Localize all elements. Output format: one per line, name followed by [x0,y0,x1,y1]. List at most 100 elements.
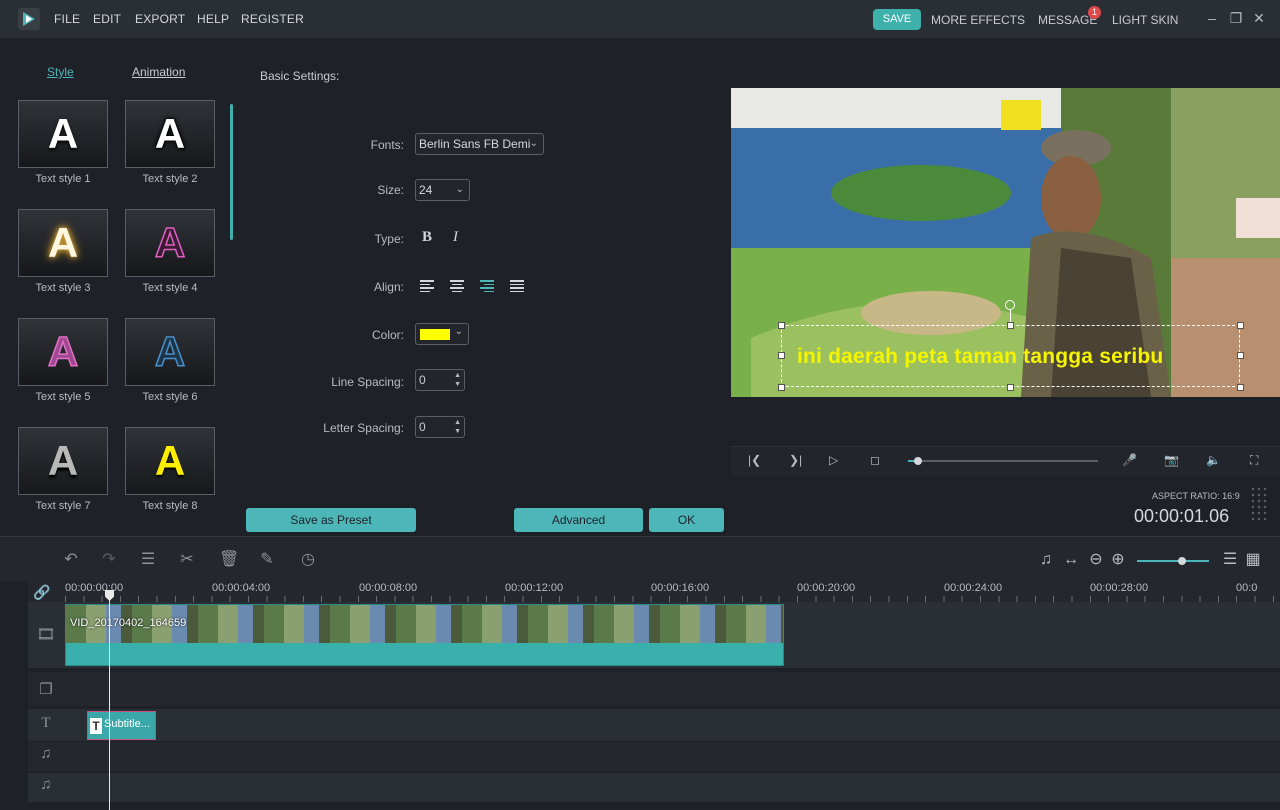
pip-track-icon: ❐ [39,681,53,698]
audio-mixer-icon[interactable]: ♫ [1037,551,1055,569]
play-icon[interactable]: ▷ [829,453,838,467]
menu-file[interactable]: FILE [54,12,80,26]
text-clip-icon: T [90,718,102,734]
text-style-label: Text style 5 [35,391,91,403]
align-justify-icon[interactable] [510,280,524,292]
fullscreen-icon[interactable]: ⛶ [1250,453,1258,468]
ruler-tick-label: 00:0 [1236,582,1258,594]
fonts-label: Fonts: [370,138,404,152]
volume-icon[interactable]: 🔈 [1206,453,1221,467]
letter-spacing-stepper[interactable]: 0 ▲ ▼ [415,416,465,438]
delete-icon[interactable]: 🗑 [219,551,239,569]
text-style-thumb-5[interactable]: A [18,318,108,386]
subtitle-selection-box[interactable] [781,325,1240,387]
tab-animation[interactable]: Animation [132,65,185,79]
redo-icon[interactable]: ↷ [100,551,118,569]
text-style-thumb-7[interactable]: A [18,427,108,495]
subtitle-clip-name: Subtitle... [104,718,150,730]
line-spacing-stepper[interactable]: 0 ▲ ▼ [415,369,465,391]
text-style-label: Text style 6 [142,391,198,403]
subtitle-clip[interactable]: T Subtitle... [87,711,156,740]
fit-timeline-icon[interactable]: ↔ [1062,551,1080,569]
menu-export[interactable]: EXPORT [135,12,185,26]
ruler-tick-label: 00:00:28:00 [1090,582,1149,594]
cut-icon[interactable]: ✂ [178,551,196,569]
tab-style[interactable]: Style [47,65,74,79]
text-style-thumb-8[interactable]: A [125,427,215,495]
skip-start-icon[interactable]: |❮ [748,453,761,467]
style-list-scrollbar[interactable] [230,104,233,240]
edit-icon[interactable]: ✎ [258,551,276,569]
ruler-tick-label: 00:00:00:00 [65,582,124,594]
camera-icon[interactable]: 📷 [1164,453,1179,467]
close-icon[interactable]: ✕ [1252,11,1266,25]
save-button[interactable]: SAVE [873,9,921,30]
resize-handle[interactable] [1237,352,1244,359]
drag-handle-icon[interactable] [1250,486,1268,522]
resize-handle[interactable] [1007,384,1014,391]
menu-edit[interactable]: EDIT [93,12,121,26]
text-style-thumb-6[interactable]: A [125,318,215,386]
advanced-button[interactable]: Advanced [514,508,643,532]
font-dropdown[interactable]: Berlin Sans FB Demi ⌄ [415,133,544,155]
minimize-icon[interactable]: – [1205,11,1219,25]
resize-handle[interactable] [778,322,785,329]
save-as-preset-button[interactable]: Save as Preset [246,508,416,532]
undo-icon[interactable]: ↶ [62,551,80,569]
size-label: Size: [377,183,404,197]
stepper-arrows-icon[interactable]: ▲ ▼ [454,371,461,389]
menu-register[interactable]: REGISTER [241,12,304,26]
ruler-tick-label: 00:00:16:00 [651,582,710,594]
light-skin-link[interactable]: LIGHT SKIN [1112,13,1178,27]
text-style-thumb-2[interactable]: A [125,100,215,168]
align-label: Align: [373,280,404,294]
menu-help[interactable]: HELP [197,12,229,26]
adjust-icon[interactable]: ☰ [139,551,157,569]
text-style-thumb-1[interactable]: A [18,100,108,168]
resize-handle[interactable] [1237,384,1244,391]
ok-button[interactable]: OK [649,508,724,532]
color-picker[interactable]: ⌄ [415,323,469,345]
resize-handle[interactable] [1007,322,1014,329]
text-style-thumb-3[interactable]: A [18,209,108,277]
snap-icon[interactable]: 🔗 [28,584,56,600]
stepper-arrows-icon[interactable]: ▲ ▼ [454,418,461,436]
zoom-out-icon[interactable]: ⊖ [1087,551,1105,569]
video-clip[interactable]: VID_20170402_164659 [65,604,784,666]
text-style-thumb-4[interactable]: A [125,209,215,277]
playhead-line[interactable] [109,592,110,810]
style-letter: A [154,110,186,157]
duration-icon[interactable]: ◷ [299,551,317,569]
align-center-icon[interactable] [450,280,464,292]
resize-handle[interactable] [778,352,785,359]
audio-track-row-1 [28,742,1280,771]
bold-button[interactable]: B [422,229,432,246]
align-left-icon[interactable] [420,280,434,292]
chevron-down-icon: ⌄ [455,184,464,195]
text-style-label: Text style 7 [35,500,91,512]
step-forward-icon[interactable]: ❯| [789,453,802,467]
restore-icon[interactable]: ❐ [1229,11,1243,25]
zoom-in-icon[interactable]: ⊕ [1109,551,1127,569]
playback-progress-knob[interactable] [913,457,922,465]
stop-icon[interactable]: ◻ [870,453,880,467]
playback-progress-track[interactable] [908,460,1098,462]
video-clip-name: VID_20170402_164659 [70,617,187,629]
italic-button[interactable]: I [453,229,458,246]
pip-track-row [28,672,1280,706]
ruler-tick-label: 00:00:24:00 [944,582,1003,594]
style-letter: A [47,327,79,376]
message-badge: 1 [1088,6,1101,19]
more-effects-link[interactable]: MORE EFFECTS [931,13,1025,27]
align-right-icon[interactable] [480,280,494,292]
color-swatch [420,329,450,340]
grid-view-icon[interactable]: ▦ [1244,551,1262,569]
style-letter: A [47,110,79,157]
resize-handle[interactable] [1237,322,1244,329]
resize-handle[interactable] [778,384,785,391]
microphone-icon[interactable]: 🎤 [1122,453,1137,467]
zoom-slider-track[interactable] [1137,560,1209,562]
list-view-icon[interactable]: ☰ [1221,551,1239,569]
size-dropdown[interactable]: 24 ⌄ [415,179,470,201]
rotate-handle[interactable] [1005,300,1015,310]
